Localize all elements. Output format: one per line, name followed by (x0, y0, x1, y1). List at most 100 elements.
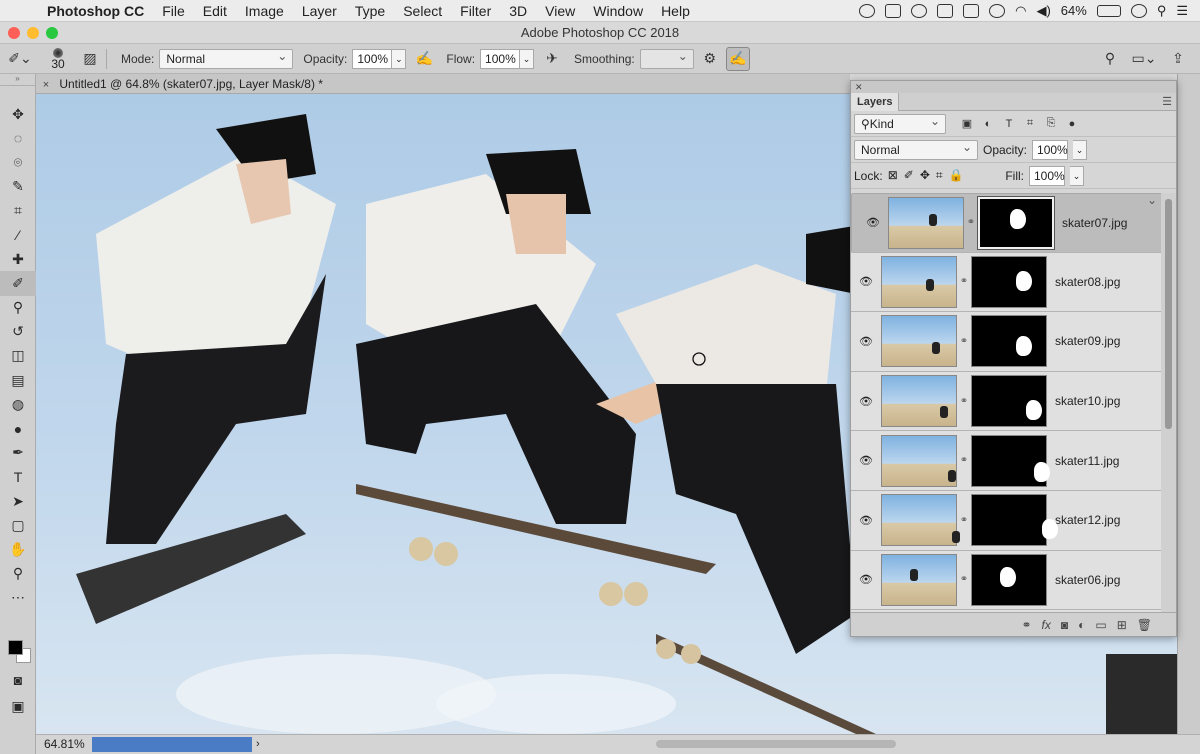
opacity-input[interactable]: 100% (352, 49, 392, 69)
battery-icon[interactable] (1097, 5, 1121, 17)
tool-lasso-icon[interactable]: ⌾ (0, 150, 36, 174)
image-filter-icon[interactable]: ▣ (959, 116, 975, 132)
chain-link-icon[interactable]: ⚭ (957, 276, 971, 287)
layer-opacity-input[interactable]: 100% (1032, 140, 1068, 160)
menu-layer[interactable]: Layer (293, 0, 346, 22)
layer-thumbnail[interactable] (881, 494, 957, 546)
layers-scrollbar[interactable] (1161, 193, 1176, 614)
document-tab[interactable]: × Untitled1 @ 64.8% (skater07.jpg, Layer… (36, 74, 850, 94)
menu-view[interactable]: View (536, 0, 584, 22)
menu-image[interactable]: Image (236, 0, 293, 22)
flow-dropdown[interactable]: ⌄ (520, 49, 534, 69)
trash-icon[interactable]: 🗑 (1137, 618, 1152, 632)
adjustment-icon[interactable]: ◐ (1078, 618, 1085, 632)
battery-percent[interactable]: 64% (1061, 3, 1087, 18)
menu-3d[interactable]: 3D (500, 0, 536, 22)
blend-mode-select[interactable]: Normal (854, 140, 978, 160)
wifi-icon[interactable]: ◠ (1015, 3, 1026, 19)
close-window-button[interactable] (8, 27, 20, 39)
status-info-bar[interactable] (92, 737, 252, 752)
tool-shape-icon[interactable]: ▢ (0, 513, 36, 537)
layer-thumbnail[interactable] (881, 375, 957, 427)
layer-mask-thumbnail[interactable] (971, 494, 1047, 546)
notification-center-icon[interactable]: ☰ (1176, 3, 1188, 19)
layer-row[interactable]: 👁⚭skater11.jpg (851, 431, 1163, 491)
close-document-icon[interactable]: × (36, 75, 56, 95)
layer-thumbnail[interactable] (888, 197, 964, 249)
screen-mode-icon[interactable]: ▣ (0, 694, 36, 718)
layer-thumbnail[interactable] (881, 435, 957, 487)
panel-menu-icon[interactable]: ☰ (1162, 95, 1172, 108)
tool-pen-icon[interactable]: ✒ (0, 441, 36, 465)
minimize-window-button[interactable] (27, 27, 39, 39)
fx-icon[interactable]: fx (1042, 618, 1051, 632)
menu-app[interactable]: Photoshop CC (38, 0, 153, 22)
layer-row[interactable]: 👁⚭skater06.jpg (851, 551, 1163, 611)
layer-row[interactable]: 👁⚭skater12.jpg (851, 491, 1163, 551)
lock-transparency-icon[interactable]: ⊠ (888, 168, 898, 183)
horizontal-scrollbar[interactable] (656, 740, 896, 748)
menu-help[interactable]: Help (652, 0, 699, 22)
brush-settings-icon[interactable]: ▨ (78, 47, 102, 71)
color-swatches[interactable] (8, 640, 34, 666)
lock-all-icon[interactable]: 🔒 (949, 168, 964, 183)
app-icon[interactable] (937, 4, 953, 18)
lock-position-icon[interactable]: ✥ (920, 168, 930, 183)
visibility-eye-icon[interactable]: 👁 (851, 335, 881, 348)
volume-icon[interactable]: ◀) (1036, 3, 1050, 19)
dropbox-icon[interactable] (885, 4, 901, 18)
spotlight-icon[interactable]: ⚲ (1157, 3, 1167, 19)
creative-cloud-icon[interactable] (859, 4, 875, 18)
tool-more-icon[interactable]: ⋯ (0, 586, 36, 610)
menu-window[interactable]: Window (584, 0, 652, 22)
layer-thumbnail[interactable] (881, 315, 957, 367)
type-filter-icon[interactable]: T (1001, 116, 1017, 132)
search-icon[interactable]: ⚲ (1098, 47, 1122, 71)
tool-zoom-icon[interactable]: ⚲ (0, 562, 36, 586)
tool-path-select-icon[interactable]: ➤ (0, 489, 36, 513)
layer-mask-thumbnail[interactable] (971, 256, 1047, 308)
tool-healing-icon[interactable]: ✚ (0, 247, 36, 271)
panel-grip[interactable]: » (0, 74, 35, 86)
tool-history-brush-icon[interactable]: ↺ (0, 320, 36, 344)
fill-input[interactable]: 100% (1029, 166, 1065, 186)
gear-icon[interactable]: ⚙ (698, 47, 722, 71)
layer-mask-thumbnail[interactable] (971, 435, 1047, 487)
layer-row[interactable]: 👁⚭skater07.jpg (851, 193, 1163, 253)
menu-file[interactable]: File (153, 0, 194, 22)
layer-row[interactable]: 👁⚭skater09.jpg (851, 312, 1163, 372)
layer-mask-thumbnail[interactable] (971, 315, 1047, 367)
mode-select[interactable]: Normal (159, 49, 293, 69)
fill-dropdown[interactable]: ⌄ (1070, 166, 1084, 186)
tool-dodge-icon[interactable]: ● (0, 416, 36, 440)
play-icon[interactable] (1131, 4, 1147, 18)
tool-blur-icon[interactable]: ◍ (0, 392, 36, 416)
workspace-icon[interactable]: ▭⌄ (1132, 47, 1156, 71)
quick-mask-icon[interactable]: ◙ (0, 668, 36, 692)
status-menu-icon[interactable]: › (256, 735, 260, 754)
layer-row[interactable]: 👁⚭skater10.jpg (851, 372, 1163, 432)
brush-tool-icon[interactable]: ✐⌄ (8, 47, 32, 71)
chain-link-icon[interactable]: ⚭ (957, 455, 971, 466)
chain-link-icon[interactable]: ⚭ (957, 574, 971, 585)
tool-hand-icon[interactable]: ✋ (0, 537, 36, 561)
visibility-eye-icon[interactable]: 👁 (851, 573, 881, 586)
filter-toggle-icon[interactable]: ● (1064, 116, 1080, 132)
layer-mask-thumbnail[interactable] (971, 375, 1047, 427)
opacity-dropdown[interactable]: ⌄ (392, 49, 406, 69)
smart-object-filter-icon[interactable]: ⎘ (1043, 116, 1059, 132)
adjustment-filter-icon[interactable]: ◐ (980, 116, 996, 132)
chain-link-icon[interactable]: ⚭ (957, 515, 971, 526)
tool-marquee-icon[interactable]: ◌ (0, 126, 36, 150)
shield-icon[interactable] (911, 4, 927, 18)
tab-layers[interactable]: Layers (851, 93, 899, 111)
chain-link-icon[interactable]: ⚭ (964, 214, 978, 232)
time-machine-icon[interactable] (989, 4, 1005, 18)
smoothing-input[interactable] (640, 49, 694, 69)
visibility-eye-icon[interactable]: 👁 (851, 395, 881, 408)
airplay-icon[interactable] (963, 4, 979, 18)
menu-filter[interactable]: Filter (451, 0, 500, 22)
menu-edit[interactable]: Edit (194, 0, 236, 22)
brush-preset-picker[interactable]: 30 (38, 48, 78, 70)
lock-artboard-icon[interactable]: ⌗ (936, 168, 943, 183)
